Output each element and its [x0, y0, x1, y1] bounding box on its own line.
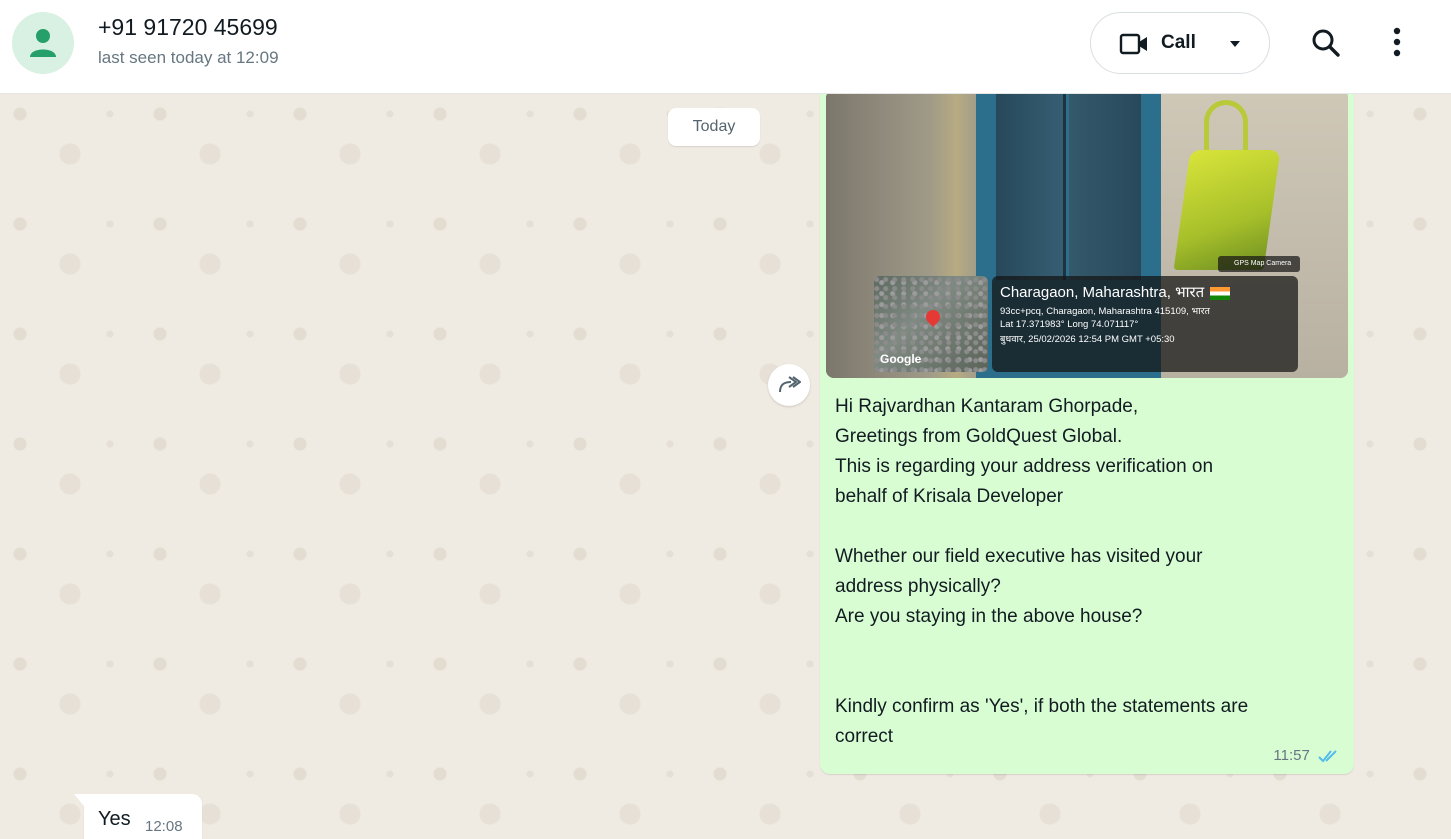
geo-datetime: बुधवार, 25/02/2026 12:54 PM GMT +05:30: [1000, 334, 1175, 345]
message-line: Hi Rajvardhan Kantaram Ghorpade,: [835, 396, 1139, 417]
outgoing-message-meta: 11:57: [1273, 747, 1340, 764]
double-check-read-icon: [1318, 750, 1337, 763]
contact-name[interactable]: +91 91720 45699: [98, 14, 278, 41]
outgoing-message-time: 11:57: [1273, 747, 1310, 764]
message-line: Whether our field executive has visited …: [835, 546, 1203, 567]
forward-icon: [779, 376, 801, 393]
chat-header: +91 91720 45699 last seen today at 12:09…: [0, 0, 1451, 94]
caret-down-icon: [1230, 41, 1240, 47]
message-line: correct: [835, 726, 894, 747]
message-line: Greetings from GoldQuest Global.: [835, 426, 1123, 447]
india-flag-icon: [1210, 286, 1231, 300]
photo-bag: [1173, 150, 1281, 270]
message-line: This is regarding your address verificat…: [835, 456, 1214, 477]
date-divider: Today: [668, 108, 760, 146]
person-icon: [30, 29, 56, 57]
gps-camera-tag: GPS Map Camera: [1218, 256, 1300, 272]
attached-photo[interactable]: GPS Map Camera Google Charagaon, Maharas…: [826, 94, 1348, 378]
photo-door-left: [996, 94, 1066, 280]
search-icon: [1312, 29, 1340, 57]
outgoing-message-text: Hi Rajvardhan Kantaram Ghorpade, Greetin…: [835, 392, 1340, 752]
geo-coordinates: Lat 17.371983° Long 74.071117°: [1000, 319, 1139, 330]
photo-door-right: [1069, 94, 1141, 280]
geo-address: 93cc+pcq, Charagaon, Maharashtra 415109,…: [1000, 306, 1210, 317]
message-line: Are you staying in the above house?: [835, 606, 1143, 627]
message-line: Kindly confirm as 'Yes', if both the sta…: [835, 696, 1249, 717]
incoming-message-time: 12:08: [145, 818, 183, 835]
search-button[interactable]: [1311, 28, 1341, 63]
message-line: address physically?: [835, 576, 1001, 597]
incoming-message[interactable]: Yes 12:08: [74, 794, 202, 839]
last-seen-status: last seen today at 12:09: [98, 48, 279, 67]
call-button-label: Call: [1161, 32, 1196, 53]
google-logo: Google: [880, 352, 922, 366]
video-camera-icon: [1119, 33, 1147, 55]
incoming-message-text: Yes: [98, 808, 131, 830]
forward-button[interactable]: [768, 364, 810, 406]
geo-title: Charagaon, Maharashtra, भारत: [1000, 282, 1290, 302]
geo-stamp: Charagaon, Maharashtra, भारत 93cc+pcq, C…: [992, 276, 1298, 372]
outgoing-message[interactable]: GPS Map Camera Google Charagaon, Maharas…: [820, 94, 1354, 774]
message-line: behalf of Krisala Developer: [835, 486, 1064, 507]
menu-button[interactable]: [1392, 26, 1402, 63]
chat-area[interactable]: Today GPS Map Camera Google Charagaon, M…: [0, 94, 1451, 839]
contact-avatar[interactable]: [12, 12, 74, 74]
kebab-menu-icon: [1393, 27, 1401, 57]
call-button[interactable]: Call: [1090, 12, 1270, 74]
